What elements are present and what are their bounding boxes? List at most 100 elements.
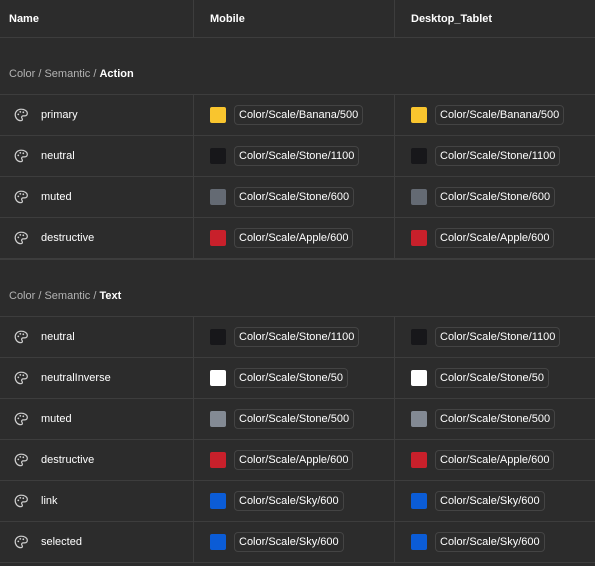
color-swatch: [411, 534, 427, 550]
desktop-value-cell[interactable]: Color/Scale/Stone/1100: [395, 317, 595, 357]
alias-chip[interactable]: Color/Scale/Stone/50: [435, 368, 549, 388]
variable-name-cell[interactable]: primary: [0, 95, 194, 135]
color-swatch: [411, 230, 427, 246]
color-swatch: [411, 189, 427, 205]
variable-name-cell[interactable]: neutral: [0, 136, 194, 176]
mobile-value-cell[interactable]: Color/Scale/Sky/600: [194, 522, 395, 562]
group-path: Color / Semantic /: [9, 68, 100, 80]
alias-chip[interactable]: Color/Scale/Stone/500: [435, 409, 556, 429]
group-heading: Color / Semantic / Action: [0, 38, 595, 95]
table-row[interactable]: selected Color/Scale/Sky/600 Color/Scale/S…: [0, 522, 595, 563]
color-swatch: [411, 107, 427, 123]
desktop-value-cell[interactable]: Color/Scale/Apple/600: [395, 440, 595, 480]
column-header-name[interactable]: Name: [0, 0, 194, 37]
color-swatch: [210, 493, 226, 509]
table-row[interactable]: muted Color/Scale/Stone/500 Color/Scale/St…: [0, 399, 595, 440]
alias-chip[interactable]: Color/Scale/Stone/600: [435, 187, 556, 207]
alias-chip[interactable]: Color/Scale/Stone/1100: [435, 327, 561, 347]
table-row[interactable]: primary Color/Scale/Banana/500 Color/Scale…: [0, 95, 595, 136]
column-header-mobile[interactable]: Mobile: [194, 0, 395, 37]
alias-chip[interactable]: Color/Scale/Banana/500: [234, 105, 364, 125]
variable-name: neutralInverse: [41, 372, 111, 384]
palette-icon: [13, 230, 29, 246]
variable-name-cell[interactable]: muted: [0, 177, 194, 217]
alias-chip[interactable]: Color/Scale/Apple/600: [234, 450, 354, 470]
variable-name-cell[interactable]: neutralInverse: [0, 358, 194, 398]
palette-icon: [13, 329, 29, 345]
desktop-value-cell[interactable]: Color/Scale/Banana/500: [395, 95, 595, 135]
color-swatch: [411, 329, 427, 345]
alias-chip[interactable]: Color/Scale/Stone/1100: [234, 146, 360, 166]
table-row[interactable]: neutralInverse Color/Scale/Stone/50 Color/…: [0, 358, 595, 399]
alias-chip[interactable]: Color/Scale/Sky/600: [435, 491, 545, 511]
desktop-value-cell[interactable]: Color/Scale/Stone/500: [395, 399, 595, 439]
table-row[interactable]: destructive Color/Scale/Apple/600 Color/Sc…: [0, 218, 595, 259]
variable-name-cell[interactable]: neutral: [0, 317, 194, 357]
alias-chip[interactable]: Color/Scale/Stone/600: [234, 187, 355, 207]
variable-name: primary: [41, 109, 78, 121]
alias-chip[interactable]: Color/Scale/Apple/600: [435, 228, 555, 248]
alias-chip[interactable]: Color/Scale/Sky/600: [234, 491, 344, 511]
mobile-value-cell[interactable]: Color/Scale/Stone/500: [194, 399, 395, 439]
color-swatch: [411, 493, 427, 509]
alias-chip[interactable]: Color/Scale/Apple/600: [435, 450, 555, 470]
group-path: Color / Semantic /: [9, 290, 100, 302]
desktop-value-cell[interactable]: Color/Scale/Apple/600: [395, 218, 595, 258]
variable-name-cell[interactable]: muted: [0, 399, 194, 439]
variable-name: muted: [41, 413, 72, 425]
mobile-value-cell[interactable]: Color/Scale/Stone/600: [194, 177, 395, 217]
color-swatch: [411, 148, 427, 164]
palette-icon: [13, 534, 29, 550]
color-swatch: [411, 452, 427, 468]
color-swatch: [210, 107, 226, 123]
mobile-value-cell[interactable]: Color/Scale/Sky/600: [194, 481, 395, 521]
mobile-value-cell[interactable]: Color/Scale/Stone/50: [194, 358, 395, 398]
variable-name: destructive: [41, 454, 95, 466]
mobile-value-cell[interactable]: Color/Scale/Banana/500: [194, 95, 395, 135]
alias-chip[interactable]: Color/Scale/Stone/1100: [234, 327, 360, 347]
table-row[interactable]: neutral Color/Scale/Stone/1100 Color/Scale…: [0, 136, 595, 177]
color-swatch: [210, 370, 226, 386]
color-swatch: [411, 370, 427, 386]
table-row[interactable]: neutral Color/Scale/Stone/1100 Color/Scale…: [0, 317, 595, 358]
mobile-value-cell[interactable]: Color/Scale/Apple/600: [194, 440, 395, 480]
color-swatch: [210, 148, 226, 164]
alias-chip[interactable]: Color/Scale/Apple/600: [234, 228, 354, 248]
color-swatch: [210, 329, 226, 345]
palette-icon: [13, 370, 29, 386]
desktop-value-cell[interactable]: Color/Scale/Sky/600: [395, 522, 595, 562]
groups-container: Color / Semantic / Action primary Color/S…: [0, 38, 595, 563]
mobile-value-cell[interactable]: Color/Scale/Apple/600: [194, 218, 395, 258]
variable-name: neutral: [41, 150, 75, 162]
desktop-value-cell[interactable]: Color/Scale/Stone/50: [395, 358, 595, 398]
variable-name-cell[interactable]: link: [0, 481, 194, 521]
variable-name: destructive: [41, 232, 95, 244]
alias-chip[interactable]: Color/Scale/Banana/500: [435, 105, 565, 125]
alias-chip[interactable]: Color/Scale/Sky/600: [435, 532, 545, 552]
color-swatch: [210, 230, 226, 246]
palette-icon: [13, 493, 29, 509]
palette-icon: [13, 411, 29, 427]
color-swatch: [411, 411, 427, 427]
alias-chip[interactable]: Color/Scale/Stone/1100: [435, 146, 561, 166]
color-swatch: [210, 534, 226, 550]
table-row[interactable]: link Color/Scale/Sky/600 Color/Scale/Sky/6…: [0, 481, 595, 522]
alias-chip[interactable]: Color/Scale/Stone/50: [234, 368, 348, 388]
desktop-value-cell[interactable]: Color/Scale/Stone/600: [395, 177, 595, 217]
column-header-desktop[interactable]: Desktop_Tablet: [395, 0, 595, 37]
variable-name-cell[interactable]: destructive: [0, 218, 194, 258]
table-row[interactable]: muted Color/Scale/Stone/600 Color/Scale/St…: [0, 177, 595, 218]
variable-name: link: [41, 495, 58, 507]
color-swatch: [210, 452, 226, 468]
desktop-value-cell[interactable]: Color/Scale/Stone/1100: [395, 136, 595, 176]
palette-icon: [13, 189, 29, 205]
variable-name-cell[interactable]: destructive: [0, 440, 194, 480]
desktop-value-cell[interactable]: Color/Scale/Sky/600: [395, 481, 595, 521]
color-swatch: [210, 189, 226, 205]
table-row[interactable]: destructive Color/Scale/Apple/600 Color/Sc…: [0, 440, 595, 481]
mobile-value-cell[interactable]: Color/Scale/Stone/1100: [194, 136, 395, 176]
variable-name-cell[interactable]: selected: [0, 522, 194, 562]
mobile-value-cell[interactable]: Color/Scale/Stone/1100: [194, 317, 395, 357]
alias-chip[interactable]: Color/Scale/Sky/600: [234, 532, 344, 552]
alias-chip[interactable]: Color/Scale/Stone/500: [234, 409, 355, 429]
